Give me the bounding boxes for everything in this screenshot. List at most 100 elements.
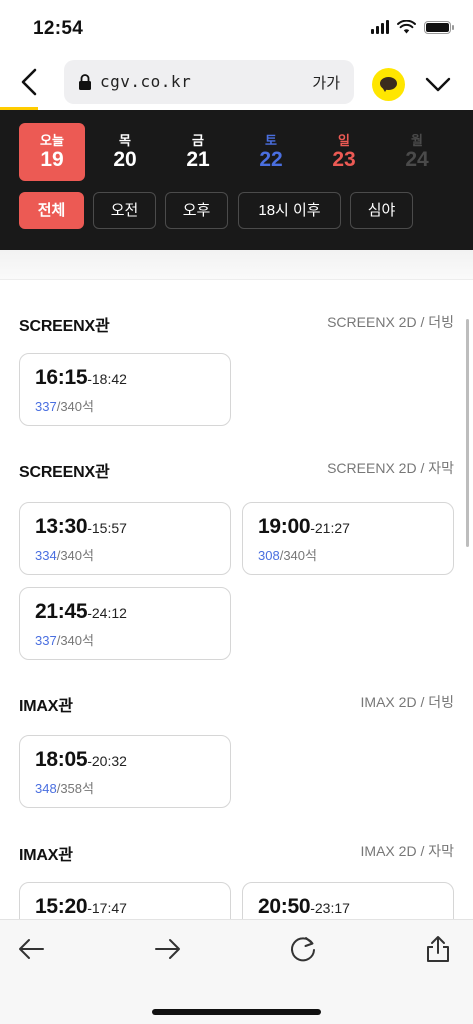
- date-number: 23: [332, 148, 356, 171]
- date-number: 20: [113, 148, 137, 171]
- date-day-label: 오늘: [40, 133, 64, 148]
- date-number: 21: [186, 148, 210, 171]
- available-seats: 348: [35, 781, 57, 796]
- date-item[interactable]: 오늘 19: [19, 123, 85, 181]
- start-time: 19:00: [258, 515, 311, 538]
- showtime-times: 13:30-15:57: [35, 515, 127, 539]
- back-arrow-icon[interactable]: [17, 934, 47, 964]
- browser-address-row: cgv.co.kr 가가: [0, 56, 473, 110]
- url-text: cgv.co.kr: [100, 72, 192, 91]
- showtime-times: 16:15-18:42: [35, 366, 127, 390]
- end-time: -23:17: [310, 900, 350, 916]
- screening-format: SCREENX 2D / 더빙: [327, 314, 454, 330]
- hall-section-header: IMAX관 IMAX 2D / 자막: [19, 841, 454, 865]
- date-filter-header: 오늘 19 목 20 금 21 토 22 일 23 월 24 전체 오전 오후 18시 이후 심야: [0, 110, 473, 250]
- showtime-card[interactable]: 21:45-24:12 337/340석: [19, 587, 231, 660]
- date-number: 19: [40, 148, 64, 171]
- status-time: 12:54: [33, 18, 84, 39]
- seat-count: 348/358석: [35, 778, 94, 797]
- end-time: -18:42: [87, 371, 127, 387]
- cellular-signal-icon: [371, 20, 389, 34]
- date-item[interactable]: 일 23: [311, 123, 377, 181]
- showtime-card[interactable]: 13:30-15:57 334/340석: [19, 502, 231, 575]
- date-day-label: 일: [338, 133, 350, 148]
- total-seats: /340석: [56, 633, 94, 648]
- status-icons: [371, 20, 454, 34]
- seat-count: 337/340석: [35, 396, 94, 415]
- start-time: 18:05: [35, 748, 88, 771]
- showtime-times: 19:00-21:27: [258, 515, 350, 539]
- filter-chip[interactable]: 심야: [350, 192, 413, 229]
- text-size-button[interactable]: 가가: [312, 72, 340, 93]
- home-indicator: [152, 1009, 321, 1015]
- start-time: 15:20: [35, 895, 88, 918]
- screening-format: SCREENX 2D / 자막: [327, 460, 454, 476]
- battery-icon: [424, 20, 454, 34]
- end-time: -15:57: [87, 520, 127, 536]
- showtime-list[interactable]: SCREENX관 SCREENX 2D / 더빙 16:15-18:42 337/34…: [0, 281, 473, 919]
- filter-chip[interactable]: 오후: [165, 192, 228, 229]
- share-icon[interactable]: [423, 934, 453, 964]
- showtime-card[interactable]: 20:50-23:17: [242, 882, 454, 919]
- seat-count: 337/340석: [35, 630, 94, 649]
- date-day-label: 목: [119, 133, 131, 148]
- date-item[interactable]: 월 24: [384, 123, 450, 181]
- showtime-times: 21:45-24:12: [35, 600, 127, 624]
- filter-chip[interactable]: 18시 이후: [238, 192, 341, 229]
- available-seats: 337: [35, 399, 57, 414]
- hall-section-header: SCREENX관 SCREENX 2D / 더빙: [19, 312, 454, 336]
- hall-name: IMAX관: [19, 847, 73, 864]
- end-time: -17:47: [87, 900, 127, 916]
- date-item[interactable]: 토 22: [238, 123, 304, 181]
- scrollbar[interactable]: [466, 319, 469, 547]
- end-time: -21:27: [310, 520, 350, 536]
- date-day-label: 금: [192, 133, 204, 148]
- date-day-label: 월: [411, 133, 423, 148]
- forward-arrow-icon[interactable]: [152, 934, 182, 964]
- hall-name: SCREENX관: [19, 318, 110, 335]
- filter-chip[interactable]: 오전: [93, 192, 156, 229]
- showtime-card[interactable]: 16:15-18:42 337/340석: [19, 353, 231, 426]
- showtime-times: 15:20-17:47: [35, 895, 127, 919]
- total-seats: /340석: [56, 399, 94, 414]
- status-bar: 12:54: [0, 0, 473, 56]
- start-time: 20:50: [258, 895, 311, 918]
- end-time: -20:32: [87, 753, 127, 769]
- screening-format: IMAX 2D / 더빙: [360, 694, 454, 710]
- chevron-down-icon[interactable]: [422, 68, 454, 100]
- date-number: 22: [259, 148, 283, 171]
- kakaotalk-chat-icon[interactable]: [372, 68, 405, 101]
- showtime-card[interactable]: 18:05-20:32 348/358석: [19, 735, 231, 808]
- date-item[interactable]: 금 21: [165, 123, 231, 181]
- end-time: -24:12: [87, 605, 127, 621]
- filter-chip[interactable]: 전체: [19, 192, 84, 229]
- start-time: 21:45: [35, 600, 88, 623]
- back-chevron-icon[interactable]: [14, 66, 46, 98]
- total-seats: /340석: [279, 548, 317, 563]
- lock-icon: [79, 74, 91, 90]
- seat-count: 334/340석: [35, 545, 94, 564]
- showtime-card[interactable]: 15:20-17:47: [19, 882, 231, 919]
- showtime-card[interactable]: 19:00-21:27 308/340석: [242, 502, 454, 575]
- refresh-icon[interactable]: [288, 934, 318, 964]
- start-time: 16:15: [35, 366, 88, 389]
- seat-count: 308/340석: [258, 545, 317, 564]
- header-divider: [0, 250, 473, 280]
- available-seats: 334: [35, 548, 57, 563]
- showtime-times: 20:50-23:17: [258, 895, 350, 919]
- available-seats: 337: [35, 633, 57, 648]
- hall-section-header: SCREENX관 SCREENX 2D / 자막: [19, 458, 454, 482]
- showtime-times: 18:05-20:32: [35, 748, 127, 772]
- total-seats: /358석: [56, 781, 94, 796]
- hall-name: SCREENX관: [19, 464, 110, 481]
- available-seats: 308: [258, 548, 280, 563]
- browser-toolbar: [0, 919, 473, 1024]
- date-item[interactable]: 목 20: [92, 123, 158, 181]
- hall-name: IMAX관: [19, 698, 73, 715]
- date-day-label: 토: [265, 133, 277, 148]
- screening-format: IMAX 2D / 자막: [360, 843, 454, 859]
- address-bar[interactable]: cgv.co.kr 가가: [64, 60, 354, 104]
- wifi-icon: [397, 20, 416, 34]
- hall-section-header: IMAX관 IMAX 2D / 더빙: [19, 692, 454, 716]
- start-time: 13:30: [35, 515, 88, 538]
